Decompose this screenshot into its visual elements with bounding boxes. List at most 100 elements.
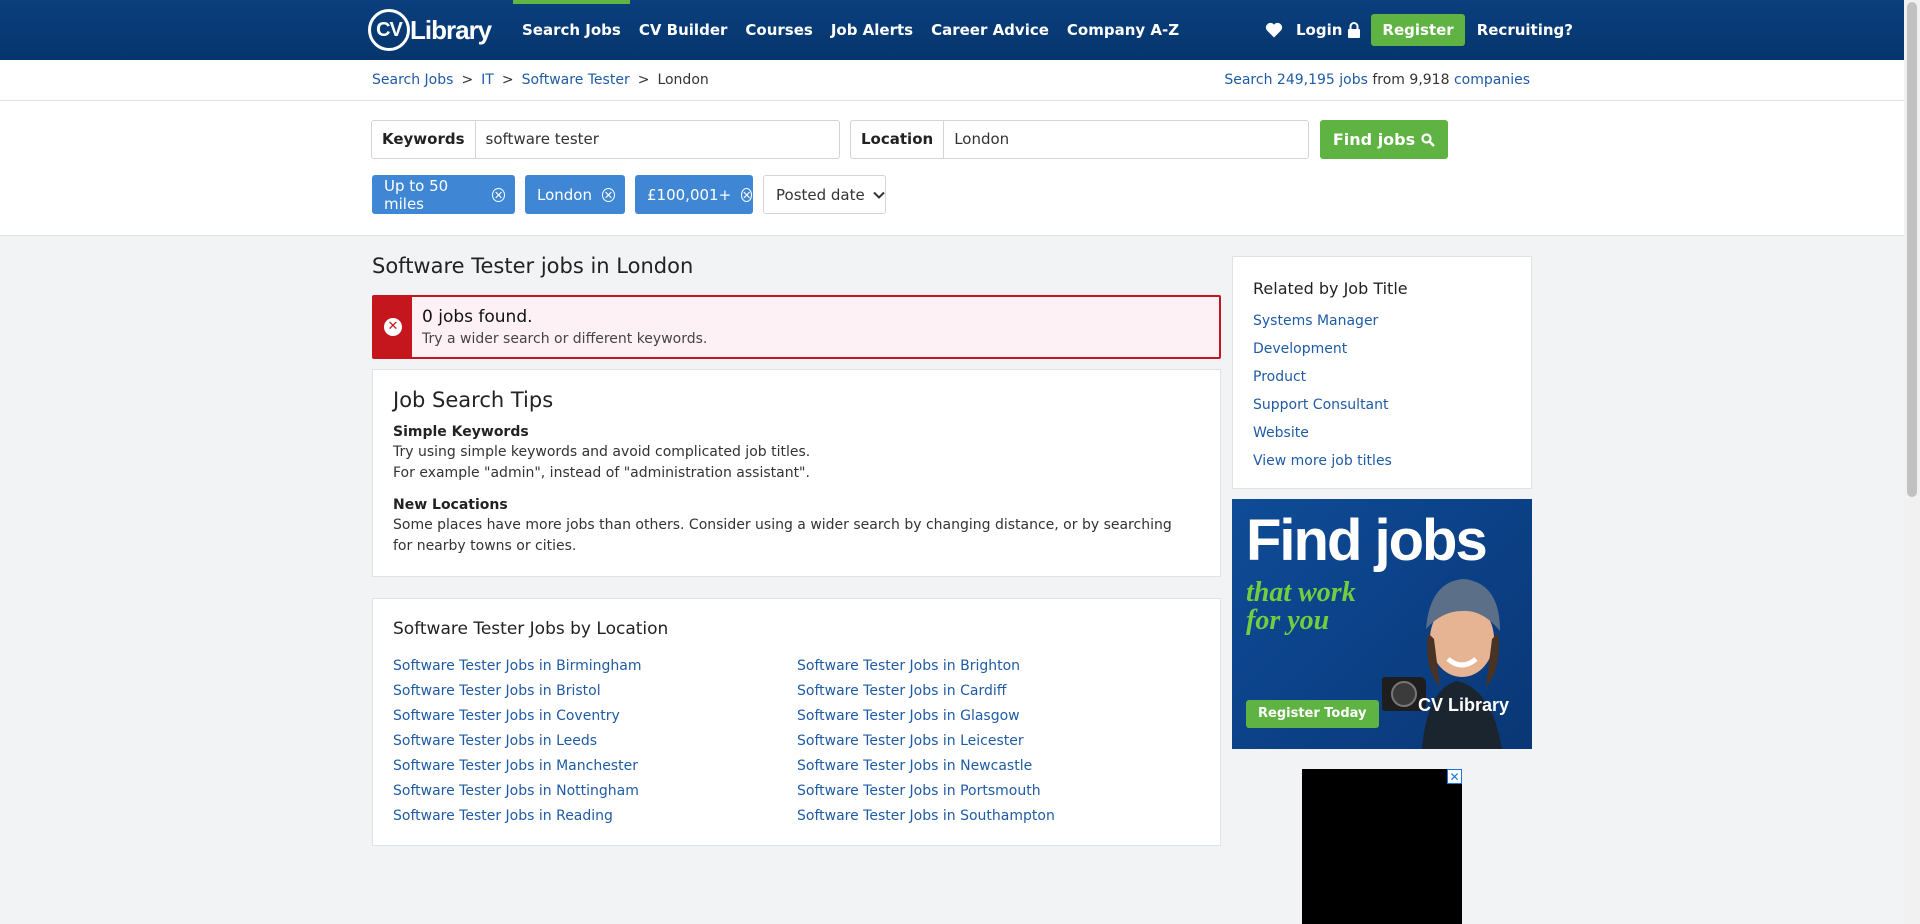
logo-word: Library (410, 14, 492, 45)
breadcrumb-search-jobs[interactable]: Search Jobs (372, 72, 453, 88)
register-button[interactable]: Register (1371, 14, 1465, 46)
find-jobs-label: Find jobs (1332, 130, 1416, 149)
stats-jobs-count: 249,195 (1276, 72, 1335, 88)
location-link[interactable]: Software Tester Jobs in Birmingham (393, 654, 641, 679)
nav-right: Login Register Recruiting? (1264, 0, 1573, 60)
alert-heading: 0 jobs found. (422, 307, 533, 327)
location-label: Location (851, 121, 945, 158)
nav-courses[interactable]: Courses (736, 0, 821, 60)
location-input[interactable]: London (944, 121, 1009, 158)
filter-chip-distance[interactable]: Up to 50 miles ✕ (372, 175, 515, 214)
related-link[interactable]: Product (1253, 363, 1392, 391)
location-link[interactable]: Software Tester Jobs in Bristol (393, 679, 641, 704)
job-search-tips: Job Search Tips Simple Keywords Try usin… (372, 369, 1221, 577)
ad-logo: CV Library (1418, 695, 1510, 715)
chip-label: £100,001+ (647, 185, 732, 204)
jobs-by-location: Software Tester Jobs by Location Softwar… (372, 598, 1221, 846)
location-link[interactable]: Software Tester Jobs in Coventry (393, 704, 641, 729)
related-link[interactable]: Support Consultant (1253, 391, 1392, 419)
tips-text: Try using simple keywords and avoid comp… (393, 444, 811, 460)
heart-icon[interactable] (1264, 20, 1284, 40)
location-field[interactable]: Location London (850, 120, 1309, 159)
nav-career-advice[interactable]: Career Advice (922, 0, 1058, 60)
stats-prefix: Search (1224, 72, 1273, 88)
tips-text: Some places have more jobs than others. … (393, 517, 1172, 554)
location-link[interactable]: Software Tester Jobs in Glasgow (797, 704, 1055, 729)
location-link[interactable]: Software Tester Jobs in Reading (393, 804, 641, 829)
location-link[interactable]: Software Tester Jobs in Portsmouth (797, 779, 1055, 804)
video-advert[interactable]: ✕ (1302, 769, 1462, 924)
breadcrumb-it[interactable]: IT (481, 72, 494, 88)
remove-filter-icon[interactable]: ✕ (492, 187, 505, 202)
view-more-job-titles-link[interactable]: View more job titles (1253, 447, 1392, 475)
main-nav-links: Search Jobs CV Builder Courses Job Alert… (513, 0, 1188, 60)
scrollbar-thumb[interactable] (1907, 2, 1917, 497)
chip-label: London (537, 185, 592, 204)
remove-filter-icon[interactable]: ✕ (741, 187, 753, 202)
remove-filter-icon[interactable]: ✕ (601, 187, 615, 202)
advert-banner[interactable]: Find jobs that work for you Register Tod… (1232, 499, 1532, 749)
filter-chip-salary[interactable]: £100,001+ ✕ (635, 175, 753, 214)
page-title: Software Tester jobs in London (372, 254, 694, 278)
posted-date-dropdown[interactable]: Posted date (763, 175, 886, 214)
ad-person-image (1382, 579, 1502, 749)
stats-companies-count: 9,918 (1409, 72, 1450, 88)
location-link[interactable]: Software Tester Jobs in Leicester (797, 729, 1055, 754)
logo-badge: CV (368, 9, 410, 51)
keywords-input[interactable]: software tester (476, 121, 599, 158)
location-link[interactable]: Software Tester Jobs in Newcastle (797, 754, 1055, 779)
breadcrumb-current: London (657, 72, 709, 88)
cv-library-logo[interactable]: CV Library (368, 8, 492, 52)
related-title: Related by Job Title (1253, 279, 1408, 298)
find-jobs-button[interactable]: Find jobs (1320, 120, 1448, 159)
breadcrumb-separator: > (501, 72, 514, 88)
chip-label: Up to 50 miles (384, 176, 449, 213)
stats-companies-link[interactable]: companies (1454, 72, 1530, 88)
close-icon[interactable]: ✕ (1447, 769, 1462, 784)
search-stats: Search 249,195 jobs from 9,918 companies (1224, 72, 1530, 88)
chevron-down-icon (873, 191, 885, 199)
keywords-field[interactable]: Keywords software tester (371, 120, 840, 159)
search-area: Keywords software tester Location London… (0, 101, 1904, 236)
related-link[interactable]: Development (1253, 335, 1392, 363)
breadcrumb-software-tester[interactable]: Software Tester (522, 72, 630, 88)
alert-body: Try a wider search or different keywords… (422, 331, 708, 347)
register-today-button[interactable]: Register Today (1246, 700, 1379, 728)
no-results-alert: ✕ 0 jobs found. Try a wider search or di… (372, 295, 1221, 359)
lock-icon (1348, 22, 1361, 38)
breadcrumb-separator: > (461, 72, 474, 88)
tips-heading-locations: New Locations (393, 497, 508, 513)
location-link[interactable]: Software Tester Jobs in Leeds (393, 729, 641, 754)
top-navigation: CV Library Search Jobs CV Builder Course… (0, 0, 1904, 60)
location-links-left: Software Tester Jobs in Birmingham Softw… (393, 654, 641, 829)
nav-cv-builder[interactable]: CV Builder (630, 0, 737, 60)
login-link[interactable]: Login (1296, 21, 1361, 39)
location-link[interactable]: Software Tester Jobs in Cardiff (797, 679, 1055, 704)
tips-title: Job Search Tips (393, 388, 554, 412)
alert-side: ✕ (374, 297, 412, 357)
stats-jobs-link[interactable]: jobs (1339, 72, 1368, 88)
location-link[interactable]: Software Tester Jobs in Brighton (797, 654, 1055, 679)
by-location-title: Software Tester Jobs by Location (393, 619, 669, 639)
error-icon: ✕ (384, 318, 402, 336)
login-label: Login (1296, 21, 1343, 39)
tips-heading-keywords: Simple Keywords (393, 424, 529, 440)
ad-tagline: that work for you (1246, 577, 1356, 636)
stats-from: from (1372, 72, 1405, 88)
location-link[interactable]: Software Tester Jobs in Manchester (393, 754, 641, 779)
breadcrumb-separator: > (637, 72, 650, 88)
nav-search-jobs[interactable]: Search Jobs (513, 0, 630, 60)
keywords-label: Keywords (372, 121, 476, 158)
nav-company-a-z[interactable]: Company A-Z (1058, 0, 1188, 60)
related-job-titles: Related by Job Title Systems Manager Dev… (1232, 256, 1532, 489)
related-link[interactable]: Website (1253, 419, 1392, 447)
nav-job-alerts[interactable]: Job Alerts (822, 0, 922, 60)
recruiting-link[interactable]: Recruiting? (1477, 21, 1573, 39)
related-link[interactable]: Systems Manager (1253, 307, 1392, 335)
filter-chip-location[interactable]: London ✕ (525, 175, 625, 214)
location-link[interactable]: Software Tester Jobs in Southampton (797, 804, 1055, 829)
breadcrumb: Search Jobs > IT > Software Tester > Lon… (372, 72, 709, 88)
related-list: Systems Manager Development Product Supp… (1253, 307, 1392, 475)
search-icon (1421, 132, 1435, 147)
location-link[interactable]: Software Tester Jobs in Nottingham (393, 779, 641, 804)
